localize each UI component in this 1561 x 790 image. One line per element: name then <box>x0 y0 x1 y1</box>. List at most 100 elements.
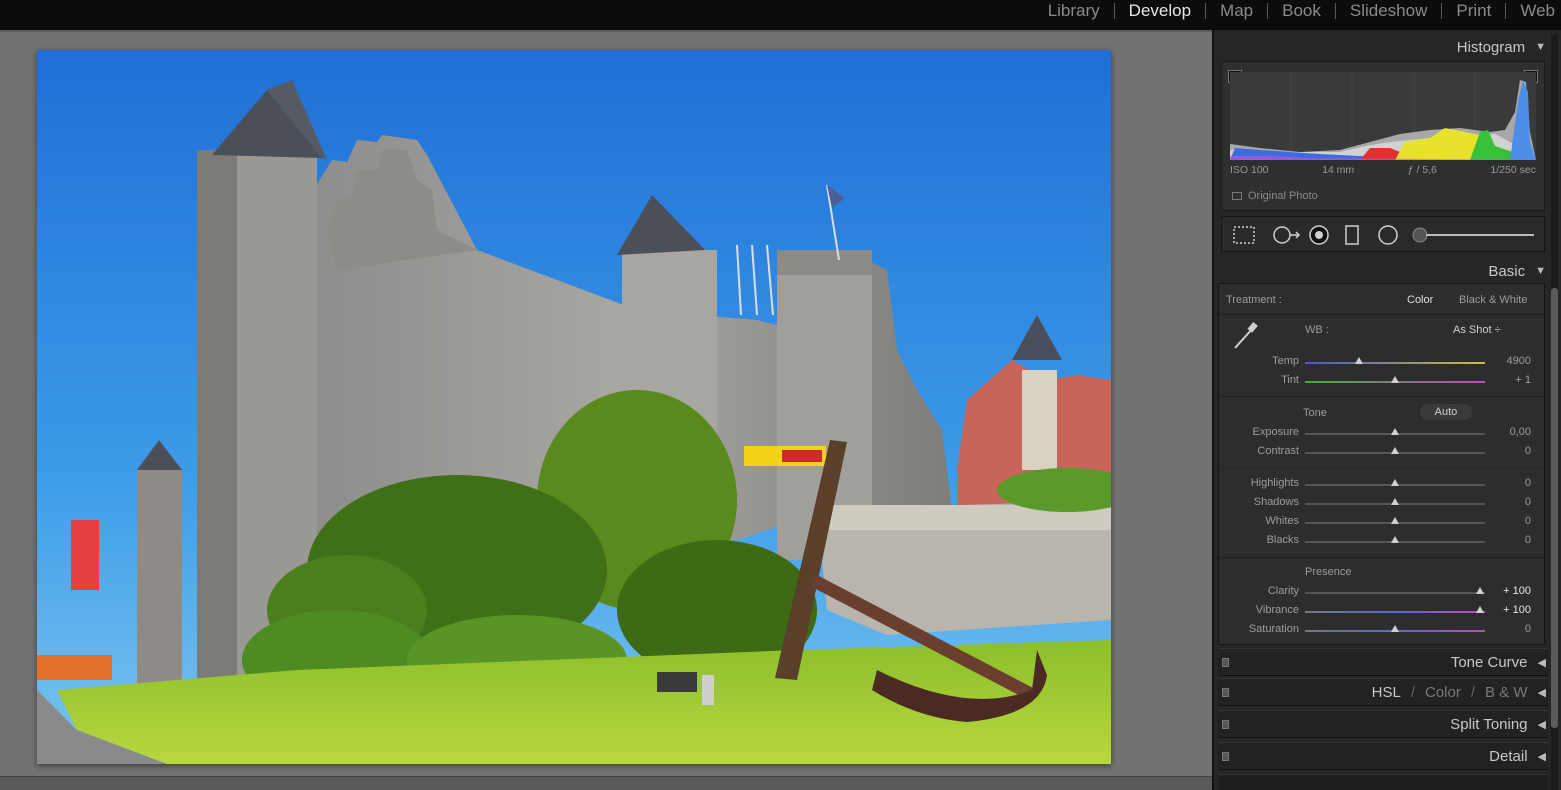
collapse-triangle-icon[interactable]: ▼ <box>1535 41 1546 53</box>
right-panel: Histogram ▼ ▲ ▲ ISO 100 14 mm <box>1212 30 1561 790</box>
blacks-value[interactable]: 0 <box>1491 534 1531 546</box>
temp-slider[interactable] <box>1305 357 1485 364</box>
wb-label: WB : <box>1305 324 1329 336</box>
histogram-header[interactable]: Histogram ▼ <box>1218 34 1548 60</box>
tab-separator: / <box>1470 683 1476 701</box>
panel-toggle-switch[interactable] <box>1222 752 1229 761</box>
panel-toggle-switch[interactable] <box>1222 688 1229 697</box>
tone-curve-panel-header[interactable]: Tone Curve ◀ <box>1218 648 1548 676</box>
white-balance-eyedropper-icon[interactable] <box>1229 320 1261 356</box>
shadows-value[interactable]: 0 <box>1491 496 1531 508</box>
module-slideshow[interactable]: Slideshow <box>1336 2 1442 20</box>
hsl-tab[interactable]: HSL <box>1372 684 1401 701</box>
tint-value[interactable]: + 1 <box>1491 374 1531 386</box>
whites-slider[interactable] <box>1305 517 1485 524</box>
clarity-value[interactable]: + 100 <box>1491 585 1531 597</box>
module-develop[interactable]: Develop <box>1115 2 1205 20</box>
shadows-slider-thumb[interactable] <box>1391 498 1399 505</box>
spot-removal-icon[interactable] <box>1272 225 1302 249</box>
module-book[interactable]: Book <box>1268 2 1335 20</box>
split-toning-panel-header[interactable]: Split Toning ◀ <box>1218 710 1548 738</box>
temp-label: Temp <box>1272 355 1299 367</box>
whites-slider-thumb[interactable] <box>1391 517 1399 524</box>
presence-label: Presence <box>1305 566 1352 578</box>
radial-filter-icon[interactable] <box>1377 225 1399 249</box>
collapse-triangle-icon[interactable]: ▼ <box>1535 265 1546 277</box>
clarity-label: Clarity <box>1267 585 1299 597</box>
expand-triangle-icon[interactable]: ◀ <box>1538 656 1546 669</box>
exposure-label: Exposure <box>1252 426 1299 438</box>
tint-label: Tint <box>1281 374 1299 386</box>
contrast-slider-thumb[interactable] <box>1391 447 1399 454</box>
expand-triangle-icon[interactable]: ◀ <box>1538 686 1546 699</box>
module-map[interactable]: Map <box>1206 2 1267 20</box>
vibrance-label: Vibrance <box>1255 604 1299 616</box>
contrast-slider[interactable] <box>1305 447 1485 454</box>
original-photo-checkbox[interactable] <box>1232 192 1242 200</box>
treatment-bw-option[interactable]: Black & White <box>1459 294 1527 306</box>
module-library[interactable]: Library <box>1034 2 1114 20</box>
red-eye-icon[interactable] <box>1308 225 1330 249</box>
auto-tone-button[interactable]: Auto <box>1420 404 1472 420</box>
saturation-label: Saturation <box>1248 623 1299 635</box>
clarity-slider[interactable] <box>1305 587 1485 594</box>
exposure-slider-thumb[interactable] <box>1391 428 1399 435</box>
histogram-graph <box>1230 72 1536 160</box>
photo-preview[interactable] <box>37 50 1111 764</box>
treatment-color-option[interactable]: Color <box>1407 294 1433 306</box>
image-canvas[interactable] <box>0 30 1212 790</box>
tone-curve-title: Tone Curve <box>1450 653 1528 671</box>
color-tab[interactable]: Color <box>1425 684 1461 701</box>
saturation-value[interactable]: 0 <box>1491 623 1531 635</box>
exposure-value[interactable]: 0,00 <box>1491 426 1531 438</box>
blacks-slider-thumb[interactable] <box>1391 536 1399 543</box>
shadows-slider[interactable] <box>1305 498 1485 505</box>
expand-triangle-icon[interactable]: ◀ <box>1538 750 1546 763</box>
adjustment-brush-icon[interactable] <box>1412 225 1537 249</box>
panel-toggle-switch[interactable] <box>1222 720 1229 729</box>
basic-title: Basic <box>1488 262 1526 280</box>
detail-panel-header[interactable]: Detail ◀ <box>1218 742 1548 770</box>
vibrance-slider-thumb[interactable] <box>1475 606 1484 613</box>
detail-title: Detail <box>1489 747 1528 765</box>
graduated-filter-icon[interactable] <box>1344 225 1360 249</box>
tool-strip <box>1221 216 1545 252</box>
whites-label: Whites <box>1265 515 1299 527</box>
module-print[interactable]: Print <box>1442 2 1505 20</box>
highlights-slider-thumb[interactable] <box>1391 479 1399 486</box>
whites-value[interactable]: 0 <box>1491 515 1531 527</box>
original-photo-toggle[interactable]: Original Photo <box>1232 190 1318 202</box>
divider <box>1219 468 1544 469</box>
crop-overlay-icon[interactable] <box>1232 225 1256 249</box>
exif-info: ISO 100 14 mm ƒ / 5,6 1/250 sec <box>1230 164 1536 176</box>
temp-value[interactable]: 4900 <box>1491 355 1531 367</box>
blacks-slider[interactable] <box>1305 536 1485 543</box>
panel-scrollbar-thumb[interactable] <box>1551 288 1558 728</box>
exif-focal-length: 14 mm <box>1322 164 1355 176</box>
contrast-label: Contrast <box>1257 445 1299 457</box>
basic-header[interactable]: Basic ▼ <box>1218 258 1548 284</box>
panel-toggle-switch[interactable] <box>1222 658 1229 667</box>
saturation-slider[interactable] <box>1305 625 1485 632</box>
module-web[interactable]: Web <box>1506 2 1561 20</box>
exposure-slider[interactable] <box>1305 428 1485 435</box>
bw-tab[interactable]: B & W <box>1485 684 1528 701</box>
expand-triangle-icon[interactable]: ◀ <box>1538 718 1546 731</box>
clarity-slider-thumb[interactable] <box>1475 587 1484 594</box>
contrast-value[interactable]: 0 <box>1491 445 1531 457</box>
hsl-panel-header[interactable]: HSL / Color / B & W ◀ <box>1218 678 1548 706</box>
highlights-value[interactable]: 0 <box>1491 477 1531 489</box>
panel-footer-edge <box>1218 774 1548 790</box>
wb-preset-dropdown[interactable]: As Shot ÷ <box>1453 324 1501 336</box>
tint-slider-thumb[interactable] <box>1391 376 1399 383</box>
temp-slider-thumb[interactable] <box>1355 357 1363 364</box>
filmstrip-edge <box>0 776 1212 790</box>
tint-slider[interactable] <box>1305 376 1485 383</box>
vibrance-value[interactable]: + 100 <box>1491 604 1531 616</box>
vibrance-slider[interactable] <box>1305 606 1485 613</box>
module-list: Library Develop Map Book Slideshow Print… <box>1034 0 1561 22</box>
saturation-slider-thumb[interactable] <box>1391 625 1399 632</box>
highlights-slider[interactable] <box>1305 479 1485 486</box>
histogram-title: Histogram <box>1456 38 1526 56</box>
histogram-panel: ▲ ▲ ISO 100 14 mm ƒ / 5,6 1/250 sec <box>1221 61 1545 211</box>
